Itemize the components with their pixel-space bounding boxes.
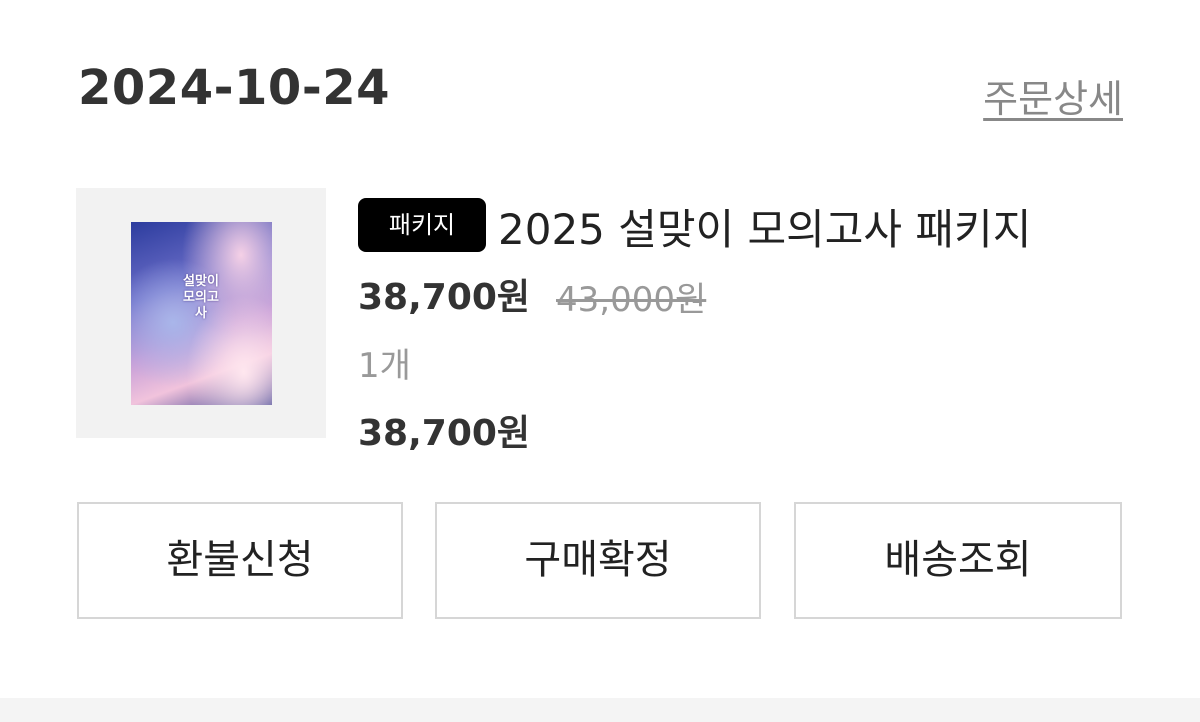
- original-price: 43,000원: [556, 280, 707, 320]
- purchase-confirm-button[interactable]: 구매확정: [435, 502, 761, 619]
- package-badge: 패키지: [358, 198, 486, 252]
- order-date: 2024-10-24: [78, 60, 391, 116]
- section-divider: [0, 698, 1200, 722]
- sale-price: 38,700원: [358, 277, 531, 318]
- order-detail-link[interactable]: 주문상세: [983, 68, 1123, 123]
- product-thumbnail[interactable]: 설맞이 모의고사: [76, 188, 326, 438]
- refund-request-button[interactable]: 환불신청: [77, 502, 403, 619]
- book-cover-image: 설맞이 모의고사: [131, 222, 272, 405]
- quantity: 1개: [358, 346, 411, 386]
- total-price: 38,700원: [358, 413, 531, 454]
- product-title[interactable]: 2025 설맞이 모의고사 패키지: [498, 196, 1031, 257]
- cover-title-art: 설맞이 모의고사: [183, 274, 219, 321]
- delivery-tracking-button[interactable]: 배송조회: [794, 502, 1122, 619]
